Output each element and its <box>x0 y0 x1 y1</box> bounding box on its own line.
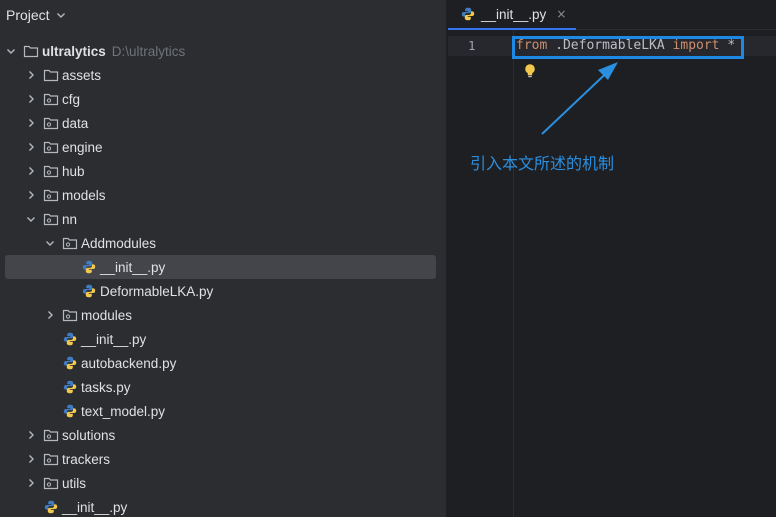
tree-item-label: solutions <box>62 427 116 443</box>
tree-item-label: hub <box>62 163 85 179</box>
tree-item-deformablelka-py[interactable]: DeformableLKA.py <box>5 279 436 303</box>
close-icon[interactable]: × <box>556 7 566 21</box>
package-folder-icon <box>43 451 59 467</box>
editor-tab-bar: __init__.py × <box>448 0 776 30</box>
tree-item-data[interactable]: data <box>5 111 436 135</box>
tree-item-nn[interactable]: nn <box>5 207 436 231</box>
tree-item-nn-init-py[interactable]: __init__.py <box>5 327 436 351</box>
tree-item-autobackend-py[interactable]: autobackend.py <box>5 351 436 375</box>
folder-icon <box>43 67 59 83</box>
tree-item-trackers[interactable]: trackers <box>5 447 436 471</box>
editor-pane: __init__.py × 1 from .DeformableLKA impo… <box>448 0 776 517</box>
tree-item-modules[interactable]: modules <box>5 303 436 327</box>
tree-item-label: nn <box>62 211 78 227</box>
package-folder-icon <box>62 307 78 323</box>
tree-item-label: data <box>62 115 89 131</box>
annotation-arrow <box>541 62 618 135</box>
annotation-text: 引入本文所述的机制 <box>470 154 615 173</box>
package-folder-icon <box>43 475 59 491</box>
python-file-icon <box>43 499 59 515</box>
tree-item-label: trackers <box>62 451 111 467</box>
line-gutter: 1 <box>448 30 514 517</box>
tree-item-label: __init__.py <box>62 499 128 515</box>
tree-item-hub[interactable]: hub <box>5 159 436 183</box>
tree-item-models[interactable]: models <box>5 183 436 207</box>
project-panel: Project ultralytics D:\ultralytics asset… <box>0 0 447 517</box>
tree-item-addmodules[interactable]: Addmodules <box>5 231 436 255</box>
package-folder-icon <box>43 427 59 443</box>
python-file-icon <box>81 283 97 299</box>
package-folder-icon <box>43 139 59 155</box>
tree-item-assets[interactable]: assets <box>5 63 436 87</box>
tree-item-label: modules <box>81 307 133 323</box>
tree-item-cfg[interactable]: cfg <box>5 87 436 111</box>
tab-label: __init__.py <box>481 6 547 22</box>
chevron-right-icon[interactable] <box>44 309 56 321</box>
tree-item-text-model-py[interactable]: text_model.py <box>5 399 436 423</box>
tree-item-label: autobackend.py <box>81 355 177 371</box>
chevron-right-icon[interactable] <box>25 141 37 153</box>
chevron-right-icon[interactable] <box>25 477 37 489</box>
package-folder-icon <box>43 163 59 179</box>
package-folder-icon <box>43 187 59 203</box>
tree-item-solutions[interactable]: solutions <box>5 423 436 447</box>
tree-item-label: ultralytics <box>42 43 106 59</box>
project-panel-title[interactable]: Project <box>6 7 50 23</box>
chevron-right-icon[interactable] <box>25 165 37 177</box>
tree-item-root-init-py[interactable]: __init__.py <box>5 495 436 517</box>
tree-item-label: text_model.py <box>81 403 166 419</box>
tree-item-tasks-py[interactable]: tasks.py <box>5 375 436 399</box>
chevron-right-icon[interactable] <box>25 189 37 201</box>
tree-item-label: utils <box>62 475 87 491</box>
python-file-icon <box>62 379 78 395</box>
python-file-icon <box>81 259 97 275</box>
project-panel-header[interactable]: Project <box>0 0 446 30</box>
folder-icon <box>23 43 39 59</box>
tree-item-label: DeformableLKA.py <box>100 283 214 299</box>
package-folder-icon <box>43 211 59 227</box>
tree-item-label: models <box>62 187 106 203</box>
tree-item-label: __init__.py <box>100 259 166 275</box>
python-file-icon <box>62 331 78 347</box>
tree-item-label: cfg <box>62 91 81 107</box>
tree-item-addmodules-init-py[interactable]: __init__.py <box>5 255 436 279</box>
package-folder-icon <box>43 91 59 107</box>
tree-item-label: tasks.py <box>81 379 131 395</box>
tree-item-label: assets <box>62 67 102 83</box>
tree-item-engine[interactable]: engine <box>5 135 436 159</box>
tree-item-label: __init__.py <box>81 331 147 347</box>
chevron-down-icon[interactable] <box>56 10 66 20</box>
chevron-right-icon[interactable] <box>25 453 37 465</box>
package-folder-icon <box>43 115 59 131</box>
tree-root-ultralytics[interactable]: ultralytics D:\ultralytics <box>5 39 436 63</box>
tree-item-label: Addmodules <box>81 235 157 251</box>
package-folder-icon <box>62 235 78 251</box>
chevron-right-icon[interactable] <box>25 93 37 105</box>
chevron-down-icon[interactable] <box>5 45 17 57</box>
chevron-right-icon[interactable] <box>25 117 37 129</box>
chevron-down-icon[interactable] <box>44 237 56 249</box>
chevron-down-icon[interactable] <box>25 213 37 225</box>
chevron-right-icon[interactable] <box>25 429 37 441</box>
tab-init-py[interactable]: __init__.py × <box>448 0 576 30</box>
line-number: 1 <box>468 38 476 53</box>
chevron-right-icon[interactable] <box>25 69 37 81</box>
tree-item-label: engine <box>62 139 103 155</box>
tree-item-utils[interactable]: utils <box>5 471 436 495</box>
lightbulb-icon[interactable] <box>523 63 537 79</box>
tree-root-path: D:\ultralytics <box>111 43 186 59</box>
python-file-icon <box>62 403 78 419</box>
python-file-icon <box>461 7 475 21</box>
python-file-icon <box>62 355 78 371</box>
gutter-divider <box>513 30 514 517</box>
